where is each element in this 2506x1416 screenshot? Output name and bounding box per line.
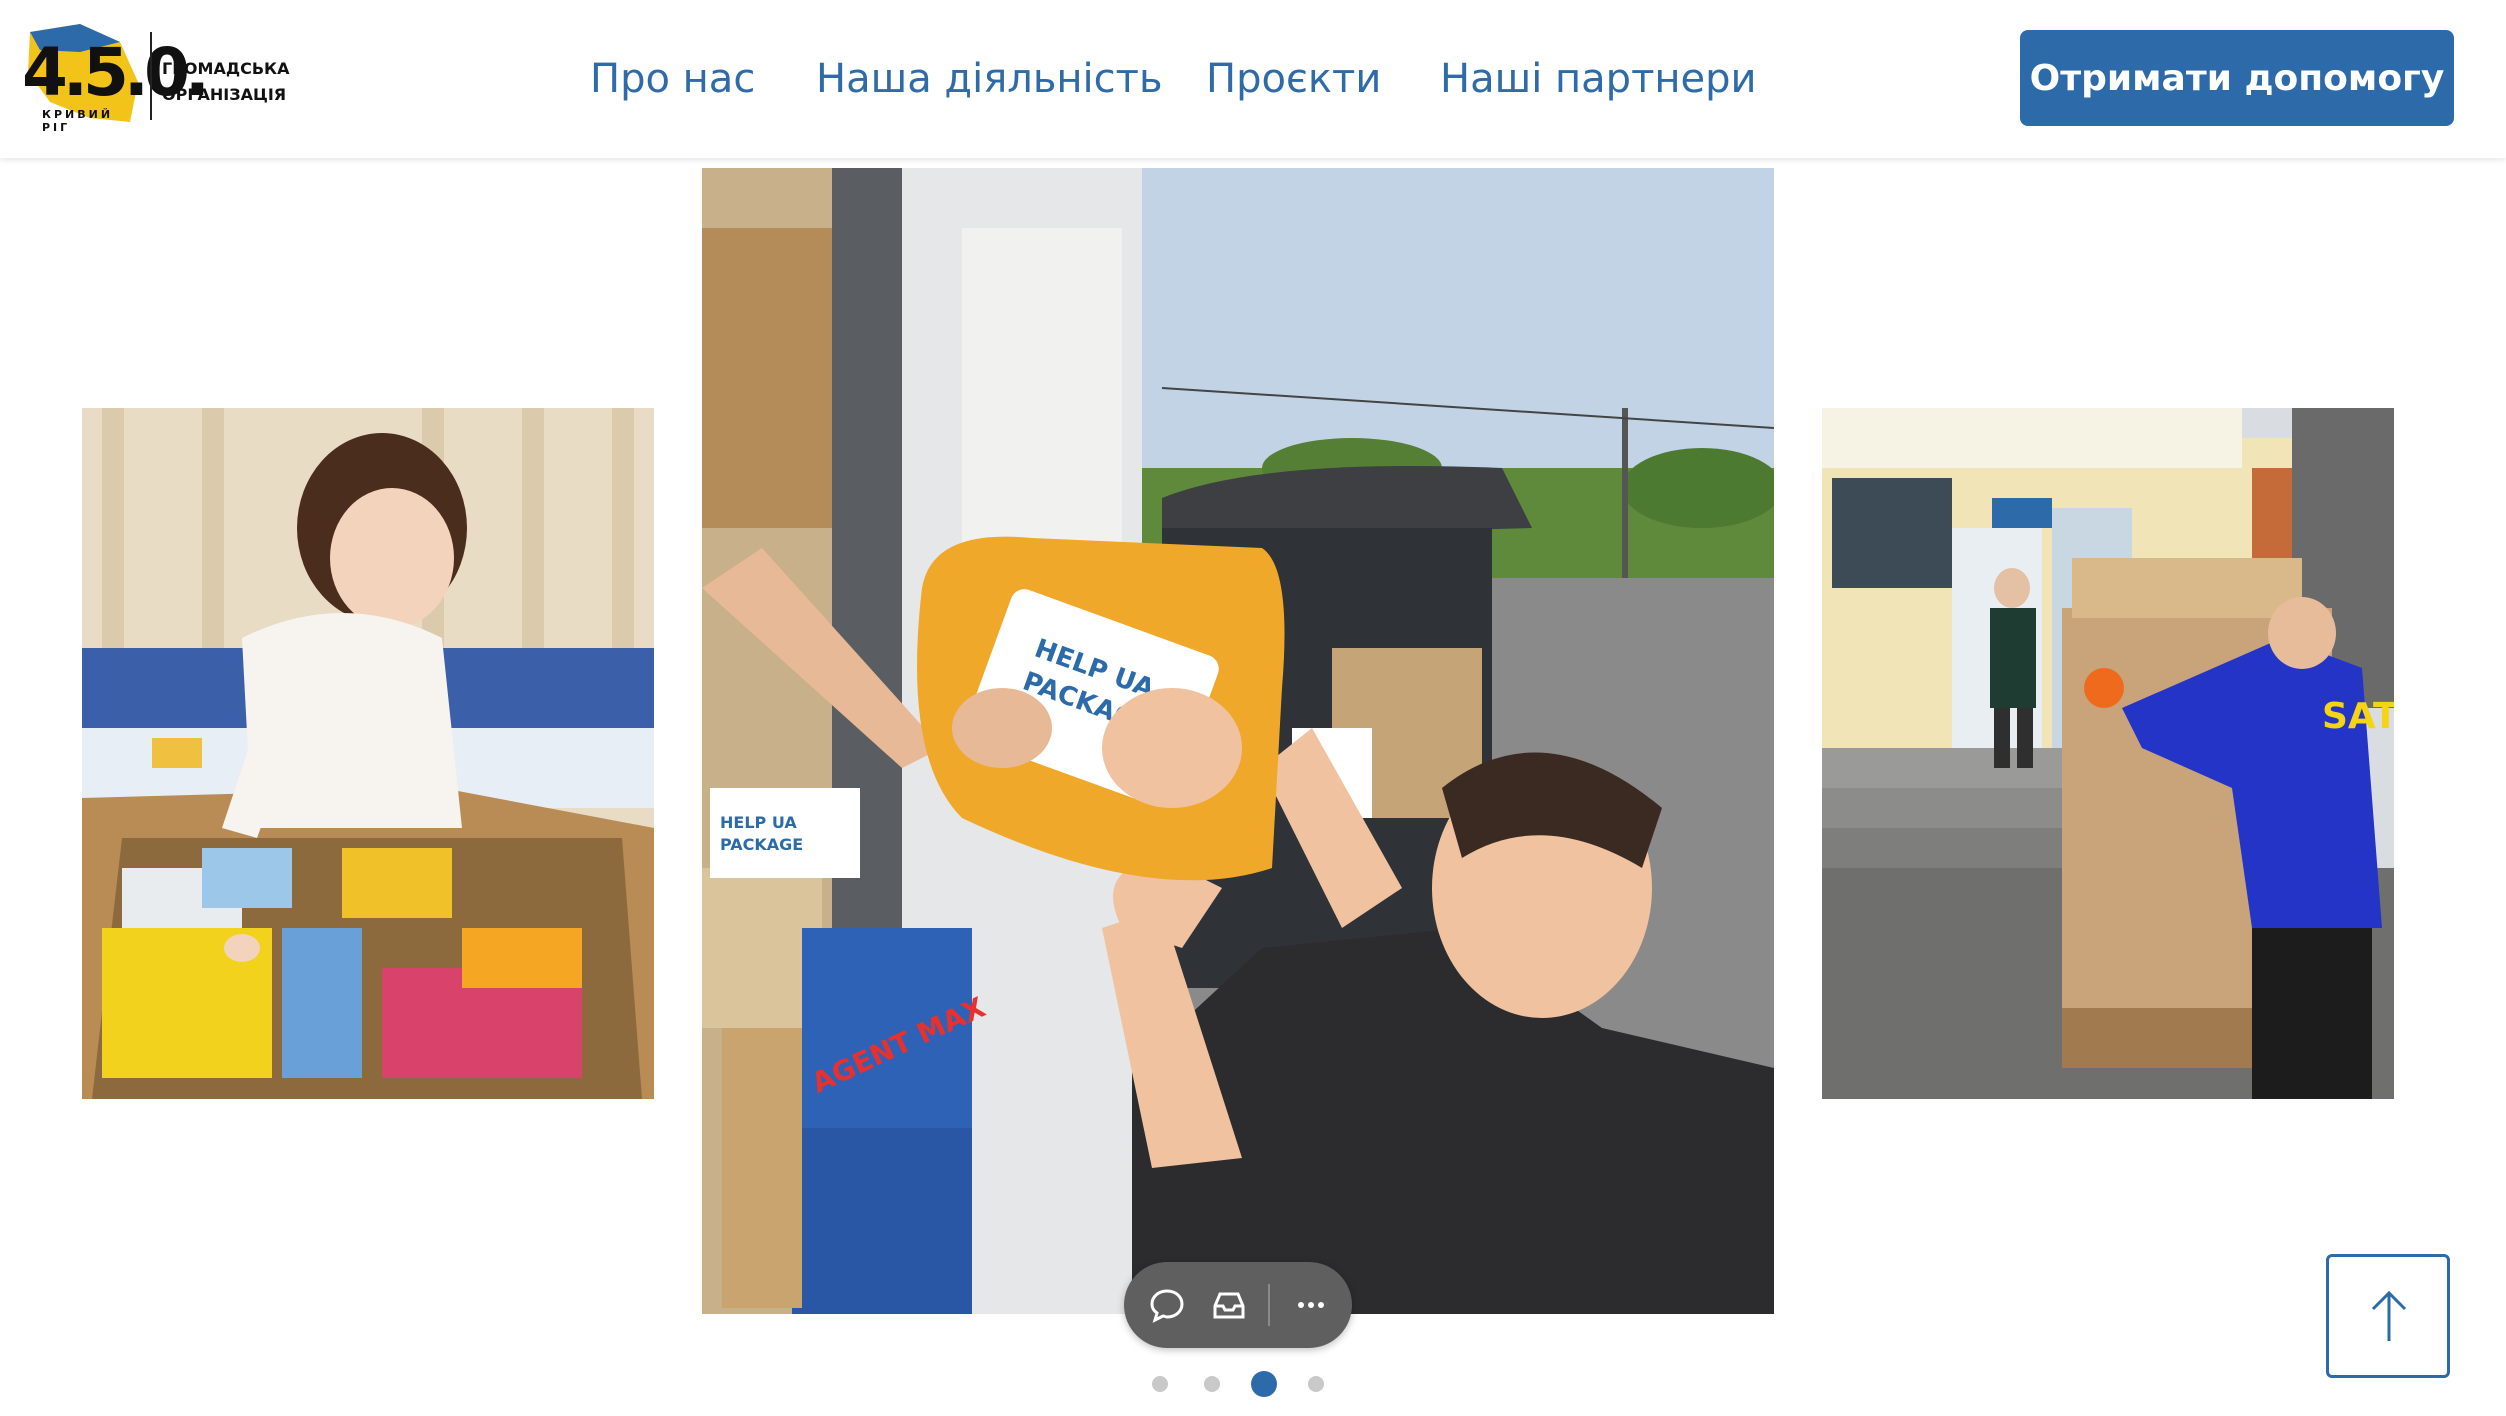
slide-volunteer-loading-package[interactable]: HELP UA PACKAGE HELP UA PACKAGE AGENT MA…: [702, 168, 1774, 1314]
scroll-to-top-button[interactable]: [2326, 1254, 2450, 1378]
toolbar-separator: [1268, 1284, 1270, 1326]
nav-activity[interactable]: Наша діяльність: [816, 50, 1163, 108]
slide-worker-moving-pallet[interactable]: SAT: [1822, 408, 2394, 1099]
logo-org-line1: ГРОМАДСЬКА: [162, 59, 290, 78]
floating-toolbar: [1124, 1262, 1352, 1348]
arrow-up-icon: [2371, 1290, 2407, 1341]
inbox-icon[interactable]: [1206, 1282, 1252, 1328]
logo-mark: 4.5.0. КРИВИЙ РІГ: [20, 22, 210, 134]
site-logo[interactable]: 4.5.0. КРИВИЙ РІГ ГРОМАДСЬКА ОРГАНІЗАЦІЯ: [20, 22, 300, 134]
carousel-dot-1[interactable]: [1152, 1376, 1168, 1392]
logo-divider: [150, 32, 152, 120]
box-label-text-2: PACKAGE: [720, 835, 803, 854]
nav-projects[interactable]: Проєкти: [1206, 50, 1381, 108]
comment-icon[interactable]: [1144, 1282, 1190, 1328]
nav-partners[interactable]: Наші партнери: [1440, 50, 1757, 108]
box-label-text: HELP UA: [720, 813, 797, 832]
jacket-logo-text: SAT: [2322, 696, 2394, 737]
logo-org-line2: ОРГАНІЗАЦІЯ: [162, 85, 287, 104]
more-icon[interactable]: [1288, 1282, 1334, 1328]
carousel-dot-4[interactable]: [1308, 1376, 1324, 1392]
slide-child-with-aid-box[interactable]: [82, 408, 654, 1099]
get-help-button[interactable]: Отримати допомогу: [2020, 30, 2454, 126]
site-header: 4.5.0. КРИВИЙ РІГ ГРОМАДСЬКА ОРГАНІЗАЦІЯ…: [0, 0, 2506, 158]
carousel-dot-2[interactable]: [1204, 1376, 1220, 1392]
logo-org-text: ГРОМАДСЬКА ОРГАНІЗАЦІЯ: [162, 56, 289, 108]
logo-city: КРИВИЙ РІГ: [42, 108, 114, 134]
carousel-dot-3[interactable]: [1251, 1371, 1277, 1397]
nav-about[interactable]: Про нас: [590, 50, 755, 108]
